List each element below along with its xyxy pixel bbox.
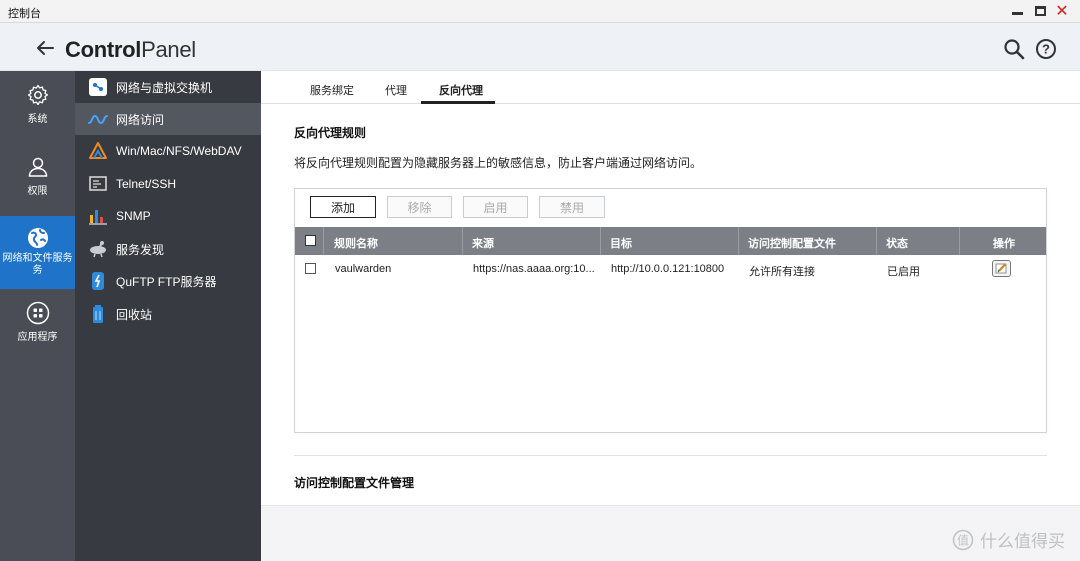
column-separator (876, 227, 877, 255)
rail-label: 权限 (27, 186, 48, 197)
submenu-item-network-access[interactable]: 网络访问 (75, 103, 261, 135)
column-separator (738, 227, 739, 255)
section-divider (294, 455, 1047, 456)
submenu-item-win-mac-nfs-webdav[interactable]: Win/Mac/NFS/WebDAV (75, 135, 261, 167)
file-protocol-icon (89, 142, 107, 159)
help-icon[interactable]: ? (1035, 38, 1057, 60)
maximize-icon (1034, 6, 1046, 16)
section-title-access-control-profile-management: 访问控制配置文件管理 (294, 476, 415, 490)
cell-source: https://nas.aaaa.org:10... (473, 263, 595, 275)
submenu-label: SNMP (116, 209, 151, 223)
cell-status: 已启用 (887, 266, 920, 278)
rules-panel: 添加 移除 启用 禁用 规则名称 来源 目标 访问控制配置文件 状态 操作 va… (294, 188, 1047, 433)
table-header: 规则名称 来源 目标 访问控制配置文件 状态 操作 (295, 227, 1046, 255)
submenu-label: Telnet/SSH (116, 177, 177, 191)
globe-icon (27, 228, 48, 248)
search-icon[interactable] (1003, 38, 1025, 60)
snmp-icon (89, 210, 107, 225)
column-header-source[interactable]: 来源 (472, 235, 494, 251)
add-button[interactable]: 添加 (310, 196, 376, 218)
submenu-item-recycle-bin[interactable]: 回收站 (75, 298, 261, 330)
submenu-item-telnet-ssh[interactable]: Telnet/SSH (75, 168, 261, 200)
rail-label: 系统 (27, 114, 48, 125)
gear-icon (27, 84, 48, 106)
back-arrow-icon[interactable] (35, 38, 55, 58)
ftp-icon (92, 272, 104, 290)
column-separator (462, 227, 463, 255)
service-discovery-icon (90, 241, 106, 258)
column-separator (600, 227, 601, 255)
column-header-target[interactable]: 目标 (610, 235, 632, 251)
select-all-checkbox[interactable] (305, 235, 316, 246)
rail-item-privilege[interactable]: 权限 (0, 155, 75, 197)
apps-icon (26, 301, 49, 325)
submenu-item-network-virtual-switch[interactable]: 网络与虚拟交换机 (75, 71, 261, 103)
remove-button[interactable]: 移除 (387, 196, 452, 218)
window-titlebar: 控制台 ✕ (0, 0, 1080, 23)
minimize-icon (1011, 12, 1023, 15)
cell-target: http://10.0.0.121:10800 (611, 263, 725, 275)
app-name-bold: Control (65, 37, 142, 62)
submenu-label: 回收站 (116, 307, 153, 322)
column-separator (959, 227, 960, 255)
cell-rule-name: vaulwarden (335, 263, 392, 275)
rail-item-network-file-services[interactable]: 网络和文件服务 务 (0, 216, 75, 289)
edit-icon (995, 263, 1007, 274)
maximize-button[interactable] (1032, 3, 1048, 19)
rail-item-applications[interactable]: 应用程序 (0, 301, 75, 343)
edit-button[interactable] (992, 260, 1011, 277)
enable-button[interactable]: 启用 (463, 196, 528, 218)
submenu-label: 网络与虚拟交换机 (116, 80, 213, 95)
window-title: 控制台 (8, 8, 41, 20)
user-icon (28, 157, 47, 177)
svg-text:?: ? (1042, 42, 1050, 57)
column-header-status[interactable]: 状态 (886, 235, 908, 251)
tab-proxy[interactable]: 代理 (385, 82, 407, 98)
network-access-icon (88, 114, 108, 125)
rail-label: 网络和文件服务 (2, 253, 73, 264)
main-content: 服务绑定 代理 反向代理 反向代理规则 将反向代理规则配置为隐藏服务器上的敏感信… (261, 71, 1080, 561)
app-header: ControlPanel ? (0, 23, 1080, 71)
submenu-label: Win/Mac/NFS/WebDAV (116, 144, 242, 158)
section-title-reverse-proxy-rules: 反向代理规则 (294, 126, 367, 140)
submenu-item-service-discovery[interactable]: 服务发现 (75, 233, 261, 265)
submenu-label: QuFTP FTP服务器 (116, 274, 217, 289)
tab-bar: 服务绑定 代理 反向代理 (261, 71, 1080, 104)
submenu-label: 服务发现 (116, 242, 165, 257)
row-checkbox[interactable] (305, 263, 316, 274)
left-rail: 系统 权限 网络和文件服务 务 应用程序 (0, 71, 75, 561)
submenu-item-quftp[interactable]: QuFTP FTP服务器 (75, 265, 261, 297)
tab-reverse-proxy[interactable]: 反向代理 (439, 82, 483, 98)
app-name-light: Panel (141, 37, 196, 62)
watermark-logo-icon: 值 (952, 529, 974, 550)
close-icon: ✕ (1055, 3, 1069, 20)
submenu-label: 网络访问 (116, 112, 165, 127)
active-tab-indicator (421, 101, 495, 104)
svg-text:值: 值 (957, 532, 969, 547)
terminal-icon (89, 176, 107, 191)
app-name: ControlPanel (65, 37, 196, 63)
table-row[interactable]: vaulwarden https://nas.aaaa.org:10... ht… (295, 255, 1046, 281)
tab-service-binding[interactable]: 服务绑定 (310, 82, 354, 98)
cell-access-control-profile: 允许所有连接 (749, 266, 815, 278)
watermark: 值 什么值得买 (952, 527, 1065, 552)
watermark-text: 什么值得买 (980, 532, 1065, 551)
section-description: 将反向代理规则配置为隐藏服务器上的敏感信息，防止客户端通过网络访问。 (294, 156, 703, 170)
rail-item-system[interactable]: 系统 (0, 83, 75, 125)
close-button[interactable]: ✕ (1054, 3, 1070, 20)
rail-label-wrap: 务 (32, 265, 43, 276)
column-header-action: 操作 (993, 238, 1015, 250)
submenu-item-snmp[interactable]: SNMP (75, 200, 261, 232)
column-separator (323, 227, 324, 255)
recycle-bin-icon (93, 305, 103, 323)
sub-menu: 网络与虚拟交换机 网络访问 Win/Mac/NFS/WebDAV Telnet/… (75, 71, 261, 561)
disable-button[interactable]: 禁用 (539, 196, 605, 218)
minimize-button[interactable] (1009, 3, 1025, 19)
column-header-access-control-profile[interactable]: 访问控制配置文件 (748, 235, 836, 251)
column-header-rule-name[interactable]: 规则名称 (334, 235, 378, 251)
network-switch-icon (89, 78, 107, 96)
rail-label: 应用程序 (17, 332, 58, 343)
